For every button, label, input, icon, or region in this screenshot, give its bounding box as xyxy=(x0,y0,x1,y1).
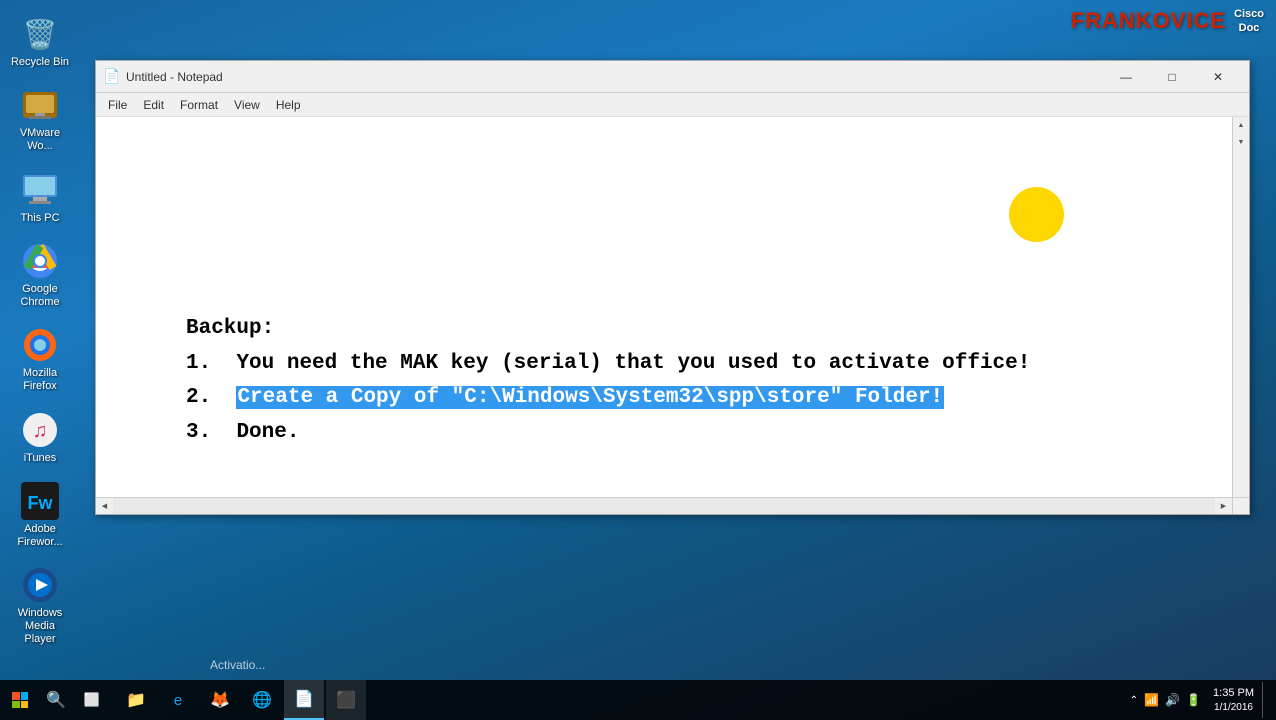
taskbar-chrome-icon[interactable]: 🌐 xyxy=(242,680,282,720)
brand-cisco: Cisco xyxy=(1234,8,1264,20)
vmware-label: VMware Wo... xyxy=(8,127,72,153)
window-controls: — □ ✕ xyxy=(1103,61,1241,93)
svg-text:♫: ♫ xyxy=(33,420,48,442)
notepad-window: 📄 Untitled - Notepad — □ ✕ File Edit For… xyxy=(95,60,1250,515)
show-desktop-button[interactable] xyxy=(1262,682,1268,718)
backup-label: Backup: xyxy=(186,312,1030,347)
taskbar-explorer-icon[interactable]: 📁 xyxy=(116,680,156,720)
google-chrome-icon[interactable]: GoogleChrome xyxy=(4,235,76,315)
itunes-icon[interactable]: ♫ iTunes xyxy=(4,404,76,471)
line-1: 1. You need the MAK key (serial) that yo… xyxy=(186,347,1030,382)
taskbar-right-area: ⌃ 📶 🔊 🔋 1:35 PM 1/1/2016 xyxy=(1114,682,1276,718)
menu-format[interactable]: Format xyxy=(172,96,226,114)
adobe-fireworks-image: Fw xyxy=(20,481,60,521)
brand-text: FRANKOVICE xyxy=(1071,8,1226,34)
notepad-title: Untitled - Notepad xyxy=(126,70,1103,84)
notepad-text-area[interactable]: Backup: 1. You need the MAK key (serial)… xyxy=(186,312,1030,451)
taskbar-clock[interactable]: 1:35 PM 1/1/2016 xyxy=(1213,686,1254,713)
horizontal-scrollbar[interactable]: ◀ ▶ xyxy=(96,497,1232,514)
vmware-icon[interactable]: VMware Wo... xyxy=(4,79,76,159)
scroll-down-arrow[interactable]: ▼ xyxy=(1233,134,1249,151)
recycle-bin-label: Recycle Bin xyxy=(11,56,69,69)
google-chrome-label: GoogleChrome xyxy=(20,283,59,309)
brand-doc: Doc xyxy=(1239,22,1260,34)
this-pc-image xyxy=(20,170,60,210)
scroll-track-h xyxy=(113,498,1215,514)
win-logo-red xyxy=(12,692,20,700)
scroll-up-arrow[interactable]: ▲ xyxy=(1233,117,1249,134)
this-pc-label: This PC xyxy=(20,212,59,225)
taskbar-notepad-active[interactable]: 📄 xyxy=(284,680,324,720)
menu-file[interactable]: File xyxy=(100,96,135,114)
adobe-fireworks-icon[interactable]: Fw Adobe Firewor... xyxy=(4,475,76,555)
show-hidden-icons[interactable]: ⌃ xyxy=(1130,695,1138,706)
maximize-button[interactable]: □ xyxy=(1149,61,1195,93)
menu-view[interactable]: View xyxy=(226,96,268,114)
win-logo-green xyxy=(12,701,20,709)
vertical-scrollbar[interactable]: ▲ ▼ xyxy=(1232,117,1249,514)
mozilla-firefox-label: Mozilla Firefox xyxy=(8,367,72,393)
windows-media-player-icon[interactable]: WindowsMedia Player xyxy=(4,559,76,653)
scrollbar-corner xyxy=(1232,497,1249,514)
task-view-button[interactable]: ⬜ xyxy=(72,680,112,720)
svg-text:Fw: Fw xyxy=(28,493,54,513)
menu-edit[interactable]: Edit xyxy=(135,96,172,114)
taskbar-firefox-icon[interactable]: 🦊 xyxy=(200,680,240,720)
scroll-right-arrow[interactable]: ▶ xyxy=(1215,498,1232,514)
branding-area: FRANKOVICE Cisco Doc xyxy=(1059,0,1276,42)
battery-icon[interactable]: 🔋 xyxy=(1186,693,1201,707)
windows-logo xyxy=(12,692,28,708)
google-chrome-image xyxy=(20,241,60,281)
vmware-image xyxy=(20,85,60,125)
itunes-image: ♫ xyxy=(20,410,60,450)
desktop-icons-container: 🗑️ Recycle Bin VMware Wo... xyxy=(0,0,80,653)
mozilla-firefox-image xyxy=(20,325,60,365)
recycle-bin-image: 🗑️ xyxy=(20,14,60,54)
adobe-fireworks-label: Adobe Firewor... xyxy=(8,523,72,549)
volume-icon[interactable]: 🔊 xyxy=(1165,693,1180,707)
yellow-dot-annotation xyxy=(1009,187,1064,242)
mozilla-firefox-icon[interactable]: Mozilla Firefox xyxy=(4,319,76,399)
windows-media-player-image xyxy=(20,565,60,605)
win-logo-blue xyxy=(21,692,29,700)
windows-media-player-label: WindowsMedia Player xyxy=(8,607,72,647)
menu-help[interactable]: Help xyxy=(268,96,309,114)
taskbar-search-button[interactable]: 🔍 xyxy=(40,680,72,720)
network-icon[interactable]: 📶 xyxy=(1144,693,1159,707)
line-3: 3. Done. xyxy=(186,416,1030,451)
itunes-label: iTunes xyxy=(24,452,57,465)
line-2-selected: Create a Copy of "C:\Windows\System32\sp… xyxy=(236,386,944,409)
notepad-icon: 📄 xyxy=(104,69,120,85)
minimize-button[interactable]: — xyxy=(1103,61,1149,93)
clock-date: 1/1/2016 xyxy=(1213,701,1254,714)
line-2: 2. Create a Copy of "C:\Windows\System32… xyxy=(186,381,1030,416)
system-tray-icons: ⌃ 📶 🔊 🔋 xyxy=(1122,693,1209,707)
notepad-titlebar: 📄 Untitled - Notepad — □ ✕ xyxy=(96,61,1249,93)
desktop: 🗑️ Recycle Bin VMware Wo... xyxy=(0,0,1276,720)
recycle-bin-icon[interactable]: 🗑️ Recycle Bin xyxy=(4,8,76,75)
notepad-body: Backup: 1. You need the MAK key (serial)… xyxy=(96,117,1249,514)
clock-time: 1:35 PM xyxy=(1213,686,1254,700)
scroll-left-arrow[interactable]: ◀ xyxy=(96,498,113,514)
taskbar: 🔍 ⬜ 📁 e 🦊 🌐 📄 ⬛ ⌃ 📶 🔊 🔋 1:35 PM 1/1/2016 xyxy=(0,680,1276,720)
win-logo-yellow xyxy=(21,701,29,709)
notepad-inner: Backup: 1. You need the MAK key (serial)… xyxy=(96,117,1249,514)
notepad-menubar: File Edit Format View Help xyxy=(96,93,1249,117)
close-button[interactable]: ✕ xyxy=(1195,61,1241,93)
this-pc-icon[interactable]: This PC xyxy=(4,164,76,231)
start-button[interactable] xyxy=(0,680,40,720)
taskbar-edge-icon[interactable]: e xyxy=(158,680,198,720)
activation-watermark: Activatio... xyxy=(210,658,265,672)
brand-sub: Cisco Doc xyxy=(1234,8,1264,34)
taskbar-cmd-icon[interactable]: ⬛ xyxy=(326,680,366,720)
taskbar-pinned-icons: 📁 e 🦊 🌐 📄 ⬛ xyxy=(116,680,366,720)
